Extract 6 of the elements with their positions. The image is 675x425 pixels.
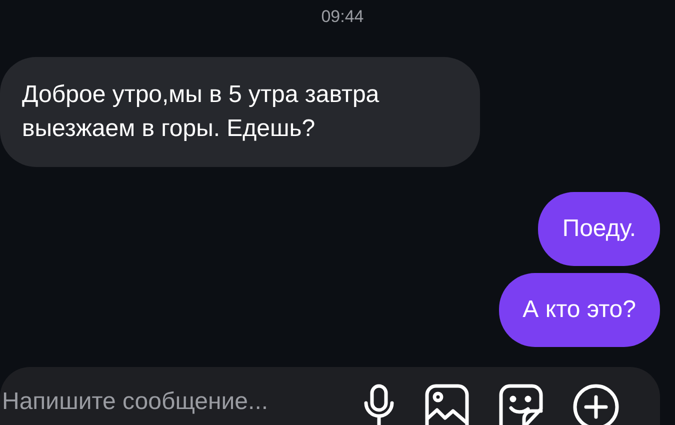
message-field[interactable]: Напишите сообщение... [0, 381, 348, 425]
outgoing-message: А кто это? [498, 273, 660, 347]
incoming-message: Доброе утро,мы в 5 утра завтра выезжаем в горы. Едешь? [0, 57, 480, 167]
outgoing-message: Поеду. [538, 192, 660, 266]
timestamp: 09:44 [320, 6, 365, 28]
composer-bar[interactable]: Напишите сообщение... [0, 367, 660, 425]
